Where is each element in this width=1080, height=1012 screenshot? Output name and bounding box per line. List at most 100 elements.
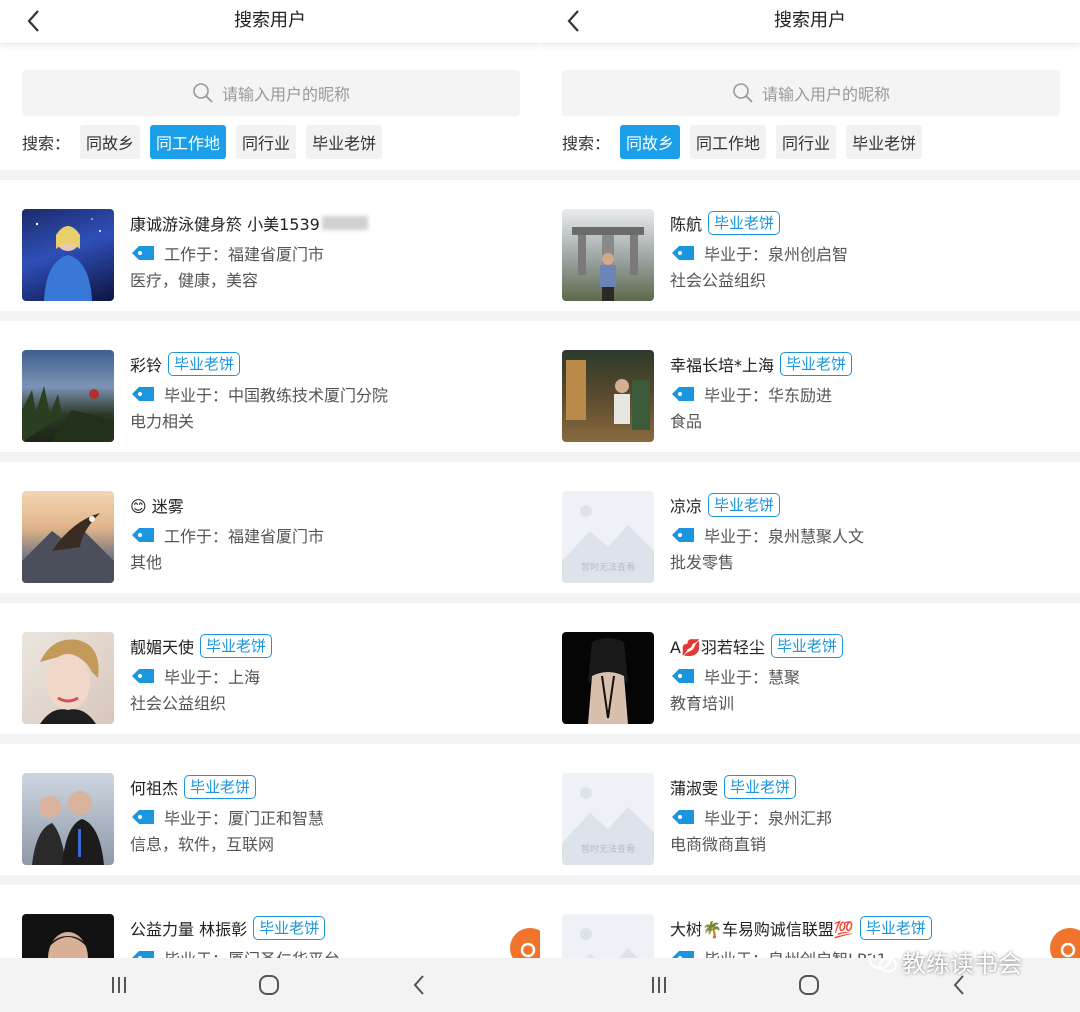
detail-row: 毕业于： 慧聚	[670, 661, 1070, 691]
list-item[interactable]: 何祖杰 毕业老饼 毕业于： 厦门正和智慧 信息，软件，互联网	[0, 744, 540, 875]
industry: 批发零售	[670, 553, 735, 572]
filter-industry[interactable]: 同行业	[236, 125, 297, 159]
filter-hometown[interactable]: 同故乡	[80, 125, 141, 159]
detail-value: 泉州慧聚人文	[768, 527, 865, 546]
screens: 搜索用户 请输入用户的昵称 搜索： 同故乡 同工作地 同行业 毕业老饼 康诚游泳…	[0, 0, 1080, 1012]
list-item[interactable]: 幸福长培*上海 毕业老饼 毕业于： 华东励进 食品	[540, 321, 1080, 452]
avatar	[562, 350, 654, 442]
user-name: 蒲淑雯	[670, 779, 719, 798]
user-info: 蒲淑雯 毕业老饼 毕业于： 泉州汇邦 电商微商直销	[670, 774, 1070, 858]
name-row: 凉凉 毕业老饼	[670, 492, 1070, 518]
recents-icon	[112, 977, 126, 993]
divider	[540, 875, 1080, 885]
detail-prefix: 毕业于：	[704, 386, 769, 405]
detail-row: 工作于： 福建省厦门市	[130, 238, 530, 268]
detail-value: 泉州汇邦	[768, 809, 833, 828]
search-input[interactable]: 请输入用户的昵称	[562, 70, 1060, 116]
graduate-badge: 毕业老饼	[708, 211, 781, 235]
detail-row: 毕业于： 泉州创启智	[670, 238, 1070, 268]
user-name: A💋羽若轻尘	[670, 638, 765, 657]
tag-icon	[672, 669, 694, 683]
user-name: 彩铃	[130, 356, 163, 375]
wechat-icon	[869, 950, 897, 972]
detail-prefix: 工作于：	[164, 527, 229, 546]
divider	[540, 734, 1080, 744]
user-info: 彩铃 毕业老饼 毕业于： 中国教练技术厦门分院 电力相关	[130, 351, 530, 435]
tag-icon	[132, 387, 154, 401]
tag-icon	[132, 810, 154, 824]
avatar	[22, 632, 114, 724]
list-item[interactable]: 暂时无法查看 蒲淑雯 毕业老饼 毕业于： 泉州汇邦 电商微商直销	[540, 744, 1080, 875]
user-name: 何祖杰	[130, 779, 179, 798]
search-placeholder: 请输入用户的昵称	[221, 85, 350, 104]
recents-button[interactable]	[104, 970, 134, 1000]
detail-prefix: 毕业于：	[164, 386, 229, 405]
detail-row: 毕业于： 中国教练技术厦门分院	[130, 379, 530, 409]
detail-row: 毕业于： 上海	[130, 661, 530, 691]
user-name: 幸福长培*上海	[670, 356, 775, 375]
avatar	[22, 209, 114, 301]
home-button[interactable]	[254, 970, 284, 1000]
avatar	[22, 350, 114, 442]
divider	[0, 452, 540, 462]
system-nav-bar	[0, 958, 540, 1012]
list-item[interactable]: A💋羽若轻尘 毕业老饼 毕业于： 慧聚 教育培训	[540, 603, 1080, 734]
detail-value: 福建省厦门市	[228, 245, 325, 264]
user-list: 陈航 毕业老饼 毕业于： 泉州创启智 社会公益组织 幸福长培*上海 毕业老饼 毕…	[540, 170, 1080, 1012]
detail-prefix: 毕业于：	[164, 668, 229, 687]
filter-label: 搜索：	[562, 134, 611, 153]
industry: 教育培训	[670, 694, 735, 713]
list-item[interactable]: 彩铃 毕业老饼 毕业于： 中国教练技术厦门分院 电力相关	[0, 321, 540, 452]
user-name: 大树🌴车易购诚信联盟💯	[670, 920, 854, 939]
divider	[540, 311, 1080, 321]
home-icon	[799, 975, 819, 995]
user-info: 幸福长培*上海 毕业老饼 毕业于： 华东励进 食品	[670, 351, 1070, 435]
divider	[0, 593, 540, 603]
detail-value: 福建省厦门市	[228, 527, 325, 546]
detail-prefix: 毕业于：	[704, 245, 769, 264]
divider	[0, 734, 540, 744]
name-row: 大树🌴车易购诚信联盟💯 毕业老饼	[670, 915, 1070, 941]
industry: 电力相关	[130, 412, 195, 431]
list-item[interactable]: 暂时无法查看 凉凉 毕业老饼 毕业于： 泉州慧聚人文 批发零售	[540, 462, 1080, 593]
filter-hometown[interactable]: 同故乡	[620, 125, 681, 159]
graduate-badge: 毕业老饼	[168, 352, 241, 376]
avatar	[562, 632, 654, 724]
industry: 信息，软件，互联网	[130, 835, 275, 854]
search-input[interactable]: 请输入用户的昵称	[22, 70, 520, 116]
list-item[interactable]: 😊 迷雾 工作于： 福建省厦门市 其他	[0, 462, 540, 593]
placeholder-text: 暂时无法查看	[580, 845, 635, 855]
user-info: 康诚游泳健身箊 小美1539 工作于： 福建省厦门市 医疗，健康，美容	[130, 210, 530, 294]
recents-button[interactable]	[644, 970, 674, 1000]
back-icon	[413, 975, 424, 995]
filter-workplace[interactable]: 同工作地	[150, 125, 227, 159]
filter-graduate[interactable]: 毕业老饼	[306, 125, 383, 159]
masked-digits	[321, 216, 368, 230]
name-row: 蒲淑雯 毕业老饼	[670, 774, 1070, 800]
list-item[interactable]: 康诚游泳健身箊 小美1539 工作于： 福建省厦门市 医疗，健康，美容	[0, 180, 540, 311]
user-name: 😊 迷雾	[130, 497, 184, 516]
divider	[540, 452, 1080, 462]
name-row: 彩铃 毕业老饼	[130, 351, 530, 377]
tag-icon	[672, 246, 694, 260]
avatar	[562, 209, 654, 301]
detail-row: 毕业于： 华东励进	[670, 379, 1070, 409]
avatar-placeholder: 暂时无法查看	[562, 773, 654, 865]
list-item[interactable]: 靓媚天使 毕业老饼 毕业于： 上海 社会公益组织	[0, 603, 540, 734]
user-name: 陈航	[670, 215, 703, 234]
graduate-badge: 毕业老饼	[200, 634, 273, 658]
list-item[interactable]: 陈航 毕业老饼 毕业于： 泉州创启智 社会公益组织	[540, 180, 1080, 311]
name-row: A💋羽若轻尘 毕业老饼	[670, 633, 1070, 659]
home-button[interactable]	[794, 970, 824, 1000]
filter-industry[interactable]: 同行业	[776, 125, 837, 159]
filter-graduate[interactable]: 毕业老饼	[846, 125, 923, 159]
filter-workplace[interactable]: 同工作地	[690, 125, 767, 159]
detail-value: 厦门正和智慧	[228, 809, 325, 828]
user-info: 靓媚天使 毕业老饼 毕业于： 上海 社会公益组织	[130, 633, 530, 717]
nav-back-button[interactable]	[404, 970, 434, 1000]
detail-value: 华东励进	[768, 386, 833, 405]
industry: 社会公益组织	[130, 694, 227, 713]
graduate-badge: 毕业老饼	[724, 775, 797, 799]
name-row: 幸福长培*上海 毕业老饼	[670, 351, 1070, 377]
tag-icon	[672, 387, 694, 401]
